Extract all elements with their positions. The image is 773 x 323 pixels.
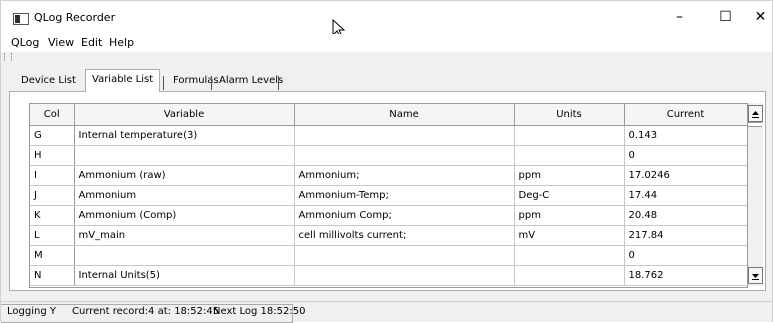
table-row[interactable]: G Internal temperature(3) 0.143 — [30, 125, 747, 146]
table-row[interactable]: N Internal Units(5) 18.762 — [30, 265, 747, 286]
tab-separator — [163, 76, 164, 90]
cell-current[interactable]: 0.143 — [624, 125, 747, 146]
scroll-up-button[interactable] — [748, 105, 763, 122]
status-current-record: Current record:4 at: 18:52:45 — [72, 306, 220, 317]
cell-variable[interactable]: Internal temperature(3) — [74, 125, 295, 146]
toolbar-grip[interactable] — [4, 53, 12, 61]
cell-variable[interactable] — [74, 145, 295, 166]
column-header-variable[interactable]: Variable — [74, 104, 295, 126]
cell-units[interactable] — [514, 245, 625, 266]
tab-separator — [211, 76, 212, 90]
cell-name[interactable] — [294, 245, 515, 266]
cell-name[interactable]: Ammonium; — [294, 165, 515, 186]
cell-name[interactable]: Ammonium Comp; — [294, 205, 515, 226]
arrow-up-icon — [752, 111, 759, 118]
status-next-log: Next Log 18:52:50 — [213, 306, 306, 317]
cell-current[interactable]: 17.0246 — [624, 165, 747, 186]
tab-variable-list[interactable]: Variable List — [85, 69, 161, 92]
cell-variable[interactable]: Ammonium — [74, 185, 295, 206]
cell-name[interactable] — [294, 125, 515, 146]
cell-col[interactable]: I — [30, 165, 75, 186]
cell-units[interactable] — [514, 125, 625, 146]
cell-name[interactable]: Ammonium-Temp; — [294, 185, 515, 206]
cell-units[interactable]: ppm — [514, 205, 625, 226]
menu-bar: QLog View Edit Help — [1, 34, 772, 52]
tab-control: Device List Variable List Formulas Alarm… — [9, 69, 766, 291]
status-logging: Logging Y — [7, 306, 56, 317]
title-bar[interactable]: QLog Recorder – ☐ ✕ — [1, 1, 772, 38]
column-header-current[interactable]: Current — [624, 104, 747, 126]
cell-current[interactable]: 17.44 — [624, 185, 747, 206]
cell-current[interactable]: 18.762 — [624, 265, 747, 286]
cell-name[interactable] — [294, 265, 515, 286]
cell-variable[interactable]: Ammonium (Comp) — [74, 205, 295, 226]
scroll-down-button[interactable] — [748, 267, 763, 284]
cell-current[interactable]: 217.84 — [624, 225, 747, 246]
variable-grid[interactable]: Col Variable Name Units Current G Intern… — [29, 103, 748, 288]
cell-current[interactable]: 0 — [624, 145, 747, 166]
cell-name[interactable] — [294, 145, 515, 166]
cell-units[interactable]: mV — [514, 225, 625, 246]
close-button[interactable]: ✕ — [749, 1, 772, 34]
menu-view[interactable]: View — [48, 36, 74, 49]
table-row[interactable]: M 0 — [30, 245, 747, 266]
variable-list-panel: Col Variable Name Units Current G Intern… — [9, 91, 766, 291]
cell-variable[interactable]: Internal Units(5) — [74, 265, 295, 286]
cell-variable[interactable] — [74, 245, 295, 266]
cell-col[interactable]: G — [30, 125, 75, 146]
cell-col[interactable]: J — [30, 185, 75, 206]
menu-qlog[interactable]: QLog — [11, 36, 39, 49]
variable-table: Col Variable Name Units Current G Intern… — [30, 104, 747, 286]
menu-help[interactable]: Help — [109, 36, 134, 49]
arrow-down-icon — [752, 274, 759, 280]
cell-units[interactable] — [514, 265, 625, 286]
tab-device-list[interactable]: Device List — [15, 71, 82, 91]
cell-name[interactable]: cell millivolts current; — [294, 225, 515, 246]
table-row[interactable]: K Ammonium (Comp) Ammonium Comp; ppm 20.… — [30, 205, 747, 226]
column-header-col[interactable]: Col — [30, 104, 75, 126]
maximize-button[interactable]: ☐ — [703, 1, 748, 34]
cell-col[interactable]: N — [30, 265, 75, 286]
table-header-row: Col Variable Name Units Current — [30, 104, 747, 126]
status-bar: Logging Y Current record:4 at: 18:52:45 … — [1, 301, 772, 323]
vertical-scrollbar[interactable] — [748, 103, 763, 286]
column-header-name[interactable]: Name — [294, 104, 515, 126]
cell-col[interactable]: K — [30, 205, 75, 226]
cell-variable[interactable]: mV_main — [74, 225, 295, 246]
cell-col[interactable]: H — [30, 145, 75, 166]
window-title: QLog Recorder — [34, 11, 116, 24]
app-window: QLog Recorder – ☐ ✕ QLog View Edit Help … — [0, 0, 773, 323]
cell-col[interactable]: L — [30, 225, 75, 246]
column-header-units[interactable]: Units — [514, 104, 625, 126]
cell-units[interactable] — [514, 145, 625, 166]
table-row[interactable]: H 0 — [30, 145, 747, 166]
cell-variable[interactable]: Ammonium (raw) — [74, 165, 295, 186]
cell-units[interactable]: ppm — [514, 165, 625, 186]
cell-current[interactable]: 20.48 — [624, 205, 747, 226]
cell-current[interactable]: 0 — [624, 245, 747, 266]
table-row[interactable]: L mV_main cell millivolts current; mV 21… — [30, 225, 747, 246]
app-icon — [13, 13, 29, 25]
table-row[interactable]: I Ammonium (raw) Ammonium; ppm 17.0246 — [30, 165, 747, 186]
cell-units[interactable]: Deg-C — [514, 185, 625, 206]
minimize-button[interactable]: – — [657, 1, 702, 34]
tab-separator — [278, 76, 279, 90]
cell-col[interactable]: M — [30, 245, 75, 266]
scroll-thumb[interactable] — [748, 122, 762, 127]
menu-edit[interactable]: Edit — [81, 36, 102, 49]
table-row[interactable]: J Ammonium Ammonium-Temp; Deg-C 17.44 — [30, 185, 747, 206]
